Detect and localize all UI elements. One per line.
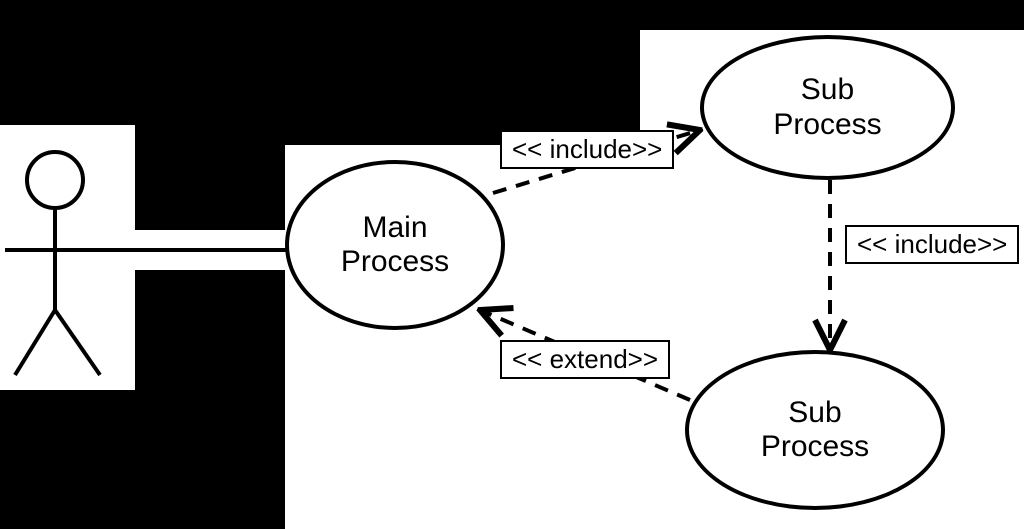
usecase-sub-1: Sub Process bbox=[700, 35, 955, 180]
stereotype-include-1: << include>> bbox=[500, 130, 674, 169]
stereotype-extend: << extend>> bbox=[500, 340, 670, 379]
stereotype-include-2: << include>> bbox=[845, 225, 1019, 264]
usecase-sub1-label: Sub Process bbox=[773, 73, 881, 142]
usecase-sub-2: Sub Process bbox=[685, 350, 945, 510]
usecase-main: Main Process bbox=[285, 160, 505, 330]
usecase-sub2-label: Sub Process bbox=[761, 396, 869, 465]
use-case-diagram: Main Process Sub Process Sub Process << … bbox=[0, 0, 1024, 529]
bg-actor-area bbox=[0, 125, 135, 390]
usecase-main-label: Main Process bbox=[341, 211, 449, 280]
bg-assoc-strip bbox=[135, 230, 300, 270]
